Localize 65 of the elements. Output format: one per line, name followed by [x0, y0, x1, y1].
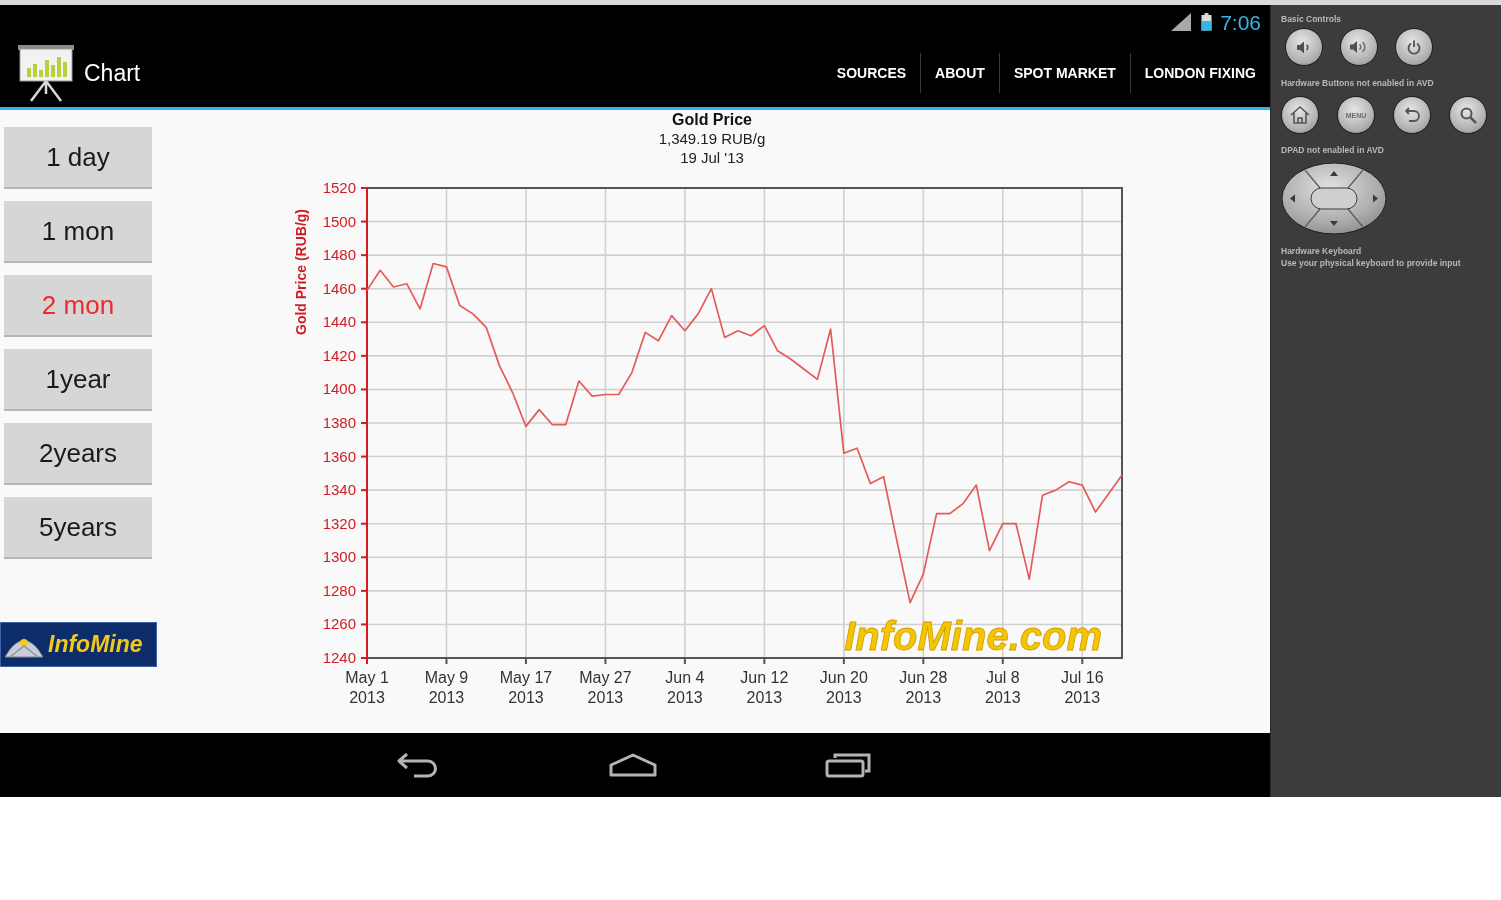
- back-icon[interactable]: [396, 752, 440, 778]
- y-tick-label: 1380: [322, 414, 356, 431]
- x-tick-label: May 1 2013: [345, 669, 389, 706]
- x-tick-label: Jun 28 2013: [899, 669, 948, 706]
- action-bar-item[interactable]: ABOUT: [921, 39, 999, 107]
- period-button[interactable]: 2years: [4, 423, 152, 485]
- period-button[interactable]: 1year: [4, 349, 152, 411]
- action-bar-item[interactable]: SPOT MARKET: [999, 39, 1130, 107]
- x-tick-label: Jul 8 2013: [985, 669, 1021, 706]
- period-button[interactable]: 5years: [4, 497, 152, 559]
- volume-down-icon: [1297, 40, 1311, 54]
- logo-text: InfoMine: [48, 633, 143, 656]
- y-tick-label: 1400: [322, 380, 356, 398]
- home-icon: [1290, 106, 1310, 124]
- action-bar-item[interactable]: SOURCES: [822, 39, 921, 107]
- y-tick-label: 1420: [322, 346, 356, 364]
- y-tick-label: 1360: [322, 447, 356, 465]
- back-arrow-icon: [1404, 107, 1420, 123]
- y-tick-label: 1280: [322, 581, 356, 599]
- power-icon: [1407, 39, 1421, 55]
- volume-down-button[interactable]: [1285, 28, 1323, 66]
- x-tick-label: Jun 4 2013: [665, 669, 705, 706]
- y-tick-label: 1520: [322, 179, 356, 196]
- y-tick-label: 1320: [322, 514, 356, 532]
- chart-subtitle: 1,349.19 RUB/g 19 Jul '13: [658, 130, 766, 166]
- chart-board-icon: [18, 44, 74, 102]
- home-icon[interactable]: [609, 753, 657, 777]
- action-bar-item[interactable]: LONDON FIXING: [1130, 39, 1270, 107]
- section-label: Hardware Buttons not enabled in AVD: [1281, 78, 1435, 88]
- y-tick-label: 1440: [322, 313, 356, 331]
- volume-up-button[interactable]: [1340, 28, 1378, 66]
- y-tick-label: 1300: [322, 548, 356, 566]
- search-icon: [1459, 106, 1477, 124]
- home-button[interactable]: [1281, 96, 1319, 134]
- battery-icon: [1201, 13, 1213, 31]
- recent-apps-icon[interactable]: [825, 752, 871, 778]
- dpad-control[interactable]: [1281, 162, 1387, 235]
- x-tick-label: May 17 2013: [499, 669, 553, 706]
- keyboard-hint: Use your physical keyboard to provide input: [1281, 258, 1462, 268]
- x-tick-label: Jun 12 2013: [740, 669, 789, 706]
- chart-annotation: InfoMine.com: [844, 614, 1102, 658]
- status-time: 7:06: [1220, 11, 1261, 33]
- x-tick-label: Jul 16 2013: [1060, 669, 1104, 706]
- y-tick-label: 1240: [322, 649, 356, 666]
- y-tick-label: 1500: [322, 212, 356, 230]
- y-tick-label: 1260: [322, 615, 356, 633]
- back-button[interactable]: [1393, 96, 1431, 134]
- y-axis-title: Gold Price (RUB/g): [293, 209, 309, 335]
- x-tick-label: May 9 2013: [424, 669, 469, 706]
- section-label: Hardware Keyboard: [1281, 246, 1363, 256]
- period-button[interactable]: 1 mon: [4, 201, 152, 263]
- period-button[interactable]: 1 day: [4, 127, 152, 189]
- power-button[interactable]: [1395, 28, 1433, 66]
- x-tick-label: Jun 20 2013: [819, 669, 868, 706]
- app-title: Chart: [84, 61, 141, 85]
- search-button[interactable]: [1449, 96, 1487, 134]
- y-tick-label: 1460: [322, 279, 356, 297]
- y-tick-label: 1480: [322, 246, 356, 264]
- x-tick-label: May 27 2013: [579, 669, 632, 706]
- chart-title: Gold Price: [672, 111, 752, 128]
- signal-icon: [1171, 13, 1192, 31]
- y-tick-label: 1340: [322, 481, 356, 499]
- volume-up-icon: [1350, 40, 1368, 54]
- section-label: Basic Controls: [1281, 14, 1342, 24]
- section-label: DPAD not enabled in AVD: [1281, 145, 1385, 155]
